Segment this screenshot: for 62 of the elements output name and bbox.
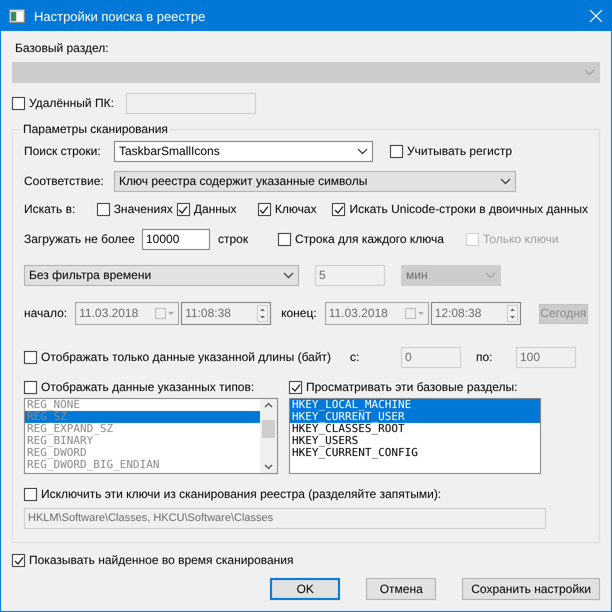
- field-label: Базовый раздел:: [15, 41, 110, 56]
- chevron-down-icon: [500, 178, 511, 185]
- chevron-down-icon: [584, 69, 595, 76]
- checkbox[interactable]: Данных: [176, 202, 258, 217]
- checkbox[interactable]: Значениях: [96, 202, 177, 217]
- match-dropdown[interactable]: Ключ реестра содержит указанные символы: [114, 171, 516, 192]
- list-item[interactable]: HKEY_CLASSES_ROOT: [290, 423, 540, 435]
- field-label: с:: [350, 350, 360, 365]
- field-label: конец:: [281, 306, 317, 321]
- time-field[interactable]: 11:08:38: [181, 302, 272, 325]
- limit-field[interactable]: 10000: [142, 229, 210, 250]
- checkbox[interactable]: Строка для каждого ключа: [278, 232, 466, 247]
- list-item[interactable]: HKEY_CURRENT_USER: [290, 411, 540, 423]
- search-combo[interactable]: TaskbarSmallIcons: [114, 141, 373, 162]
- field-label: по:: [476, 350, 494, 365]
- chevron-down-icon: [264, 464, 273, 470]
- list-item[interactable]: HKEY_CURRENT_CONFIG: [290, 447, 540, 459]
- list-item[interactable]: HKEY_LOCAL_MACHINE: [290, 399, 540, 411]
- checkmark-icon: [259, 204, 270, 214]
- checkbox[interactable]: Ключах: [258, 202, 332, 217]
- list-box[interactable]: HKEY_LOCAL_MACHINE HKEY_CURRENT_USER HKEY_CLASSES_ROOT HKEY_USERS HKEY_CURRENT_CONFIG: [289, 398, 541, 474]
- checkbox[interactable]: Показывать найденное во время сканирования: [12, 553, 600, 568]
- chevron-down-icon: [357, 148, 368, 155]
- dialog-button[interactable]: Отмена: [366, 578, 436, 600]
- date-picker[interactable]: 11.03.2018: [75, 302, 180, 325]
- date-picker[interactable]: 11.03.2018: [324, 302, 429, 325]
- spinner-icon: [506, 305, 518, 322]
- time-field[interactable]: 12:08:38: [430, 302, 521, 325]
- field-label: Соответствие:: [24, 174, 105, 189]
- calendar-icon: [155, 308, 176, 319]
- scrollbar[interactable]: [260, 399, 277, 473]
- chevron-down-icon: [283, 272, 294, 279]
- window-title: Настройки поиска в реестре: [34, 8, 206, 24]
- checkmark-icon: [334, 204, 344, 214]
- checkmark-icon: [14, 556, 24, 566]
- chevron-down-icon: [485, 272, 496, 279]
- group-title: Параметры сканирования: [21, 122, 170, 136]
- unit-label: строк: [218, 232, 250, 247]
- input-field[interactable]: 0: [401, 347, 461, 368]
- list-item[interactable]: HKEY_USERS: [290, 435, 540, 447]
- checkbox[interactable]: Искать Unicode-строки в двоичных данных: [332, 202, 588, 217]
- checkmark-icon: [290, 382, 300, 392]
- checkbox[interactable]: Отображать данные указанных типов:: [24, 380, 278, 395]
- calendar-icon: [404, 308, 425, 319]
- input-field[interactable]: HKLM\Software\Classes, HKCU\Software\Classes: [24, 508, 546, 529]
- input-field[interactable]: 100: [516, 347, 576, 368]
- checkbox[interactable]: Отображать только данные указанной длины (байт): [24, 350, 350, 365]
- scrollbar-thumb[interactable]: [262, 420, 275, 438]
- dialog-button[interactable]: OK: [270, 578, 340, 600]
- spinner-icon: [257, 305, 268, 322]
- field-label: начало:: [24, 306, 68, 321]
- chevron-up-icon: [264, 402, 273, 408]
- field-label: Загружать не более: [24, 232, 136, 247]
- checkmark-icon: [178, 204, 188, 214]
- dialog-button[interactable]: Сохранить настройки: [462, 578, 600, 600]
- checkbox[interactable]: Исключить эти ключи из сканирования реестра (разделяйте запятыми):: [24, 487, 588, 502]
- field-label: Поиск строки:: [24, 144, 102, 159]
- checkbox[interactable]: Просматривать эти базовые разделы:: [289, 380, 541, 395]
- checkbox[interactable]: Учитывать регистр: [390, 144, 512, 159]
- window-icon: [9, 9, 25, 23]
- field-label: Искать в:: [24, 202, 76, 217]
- close-icon[interactable]: [589, 9, 603, 23]
